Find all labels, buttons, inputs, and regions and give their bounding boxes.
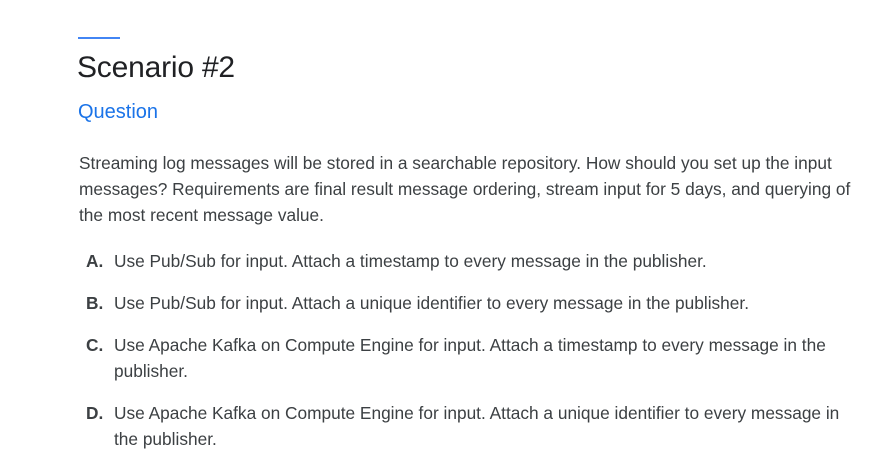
option-letter: C. — [86, 335, 104, 355]
slide-title: Scenario #2 — [77, 51, 235, 84]
answer-option-b: B. Use Pub/Sub for input. Attach a uniqu… — [86, 290, 856, 316]
option-text: Use Apache Kafka on Compute Engine for i… — [114, 335, 826, 381]
answer-options-list: A. Use Pub/Sub for input. Attach a times… — [86, 248, 856, 468]
section-subtitle: Question — [78, 101, 159, 123]
option-text: Use Pub/Sub for input. Attach a unique i… — [114, 293, 749, 313]
answer-option-a: A. Use Pub/Sub for input. Attach a times… — [86, 248, 856, 274]
option-letter: A. — [86, 251, 104, 271]
title-accent-rule — [78, 37, 120, 39]
option-text: Use Apache Kafka on Compute Engine for i… — [114, 403, 840, 449]
option-text: Use Pub/Sub for input. Attach a timestam… — [114, 251, 707, 271]
answer-option-d: D. Use Apache Kafka on Compute Engine fo… — [86, 400, 856, 452]
answer-option-c: C. Use Apache Kafka on Compute Engine fo… — [86, 332, 856, 384]
option-letter: B. — [86, 293, 104, 313]
question-text: Streaming log messages will be stored in… — [79, 153, 851, 225]
option-letter: D. — [86, 403, 104, 423]
